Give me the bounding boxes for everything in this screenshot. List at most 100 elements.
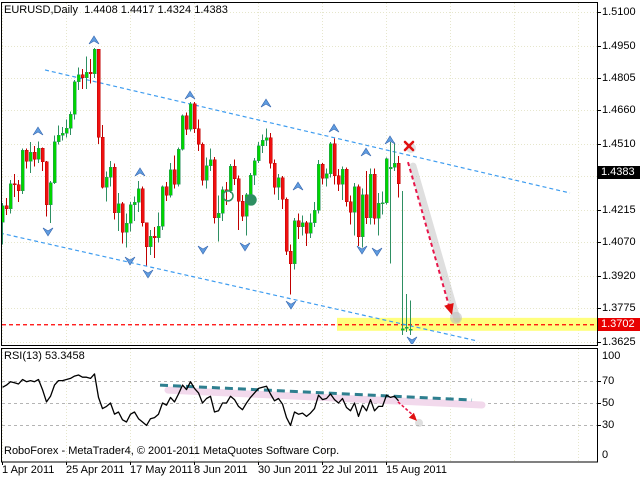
date-tick-label: 15 Aug 2011 [386, 464, 447, 476]
candle-body [125, 223, 128, 232]
price-tick-label: 1.4805 [602, 72, 636, 84]
candle-body [69, 114, 72, 128]
price-tick-label: 1.3775 [602, 302, 636, 314]
candle-body [357, 187, 360, 237]
main-pane-border [2, 3, 598, 346]
platform-copyright: RoboForex - MetaTrader4, © 2001-2011 Met… [4, 445, 339, 457]
candle-body [317, 164, 320, 210]
candle-body [193, 104, 196, 129]
candle-body [105, 177, 108, 187]
target-price-badge: 1.3702 [598, 318, 640, 331]
candle-body [169, 170, 172, 196]
date-tick-label: 22 Jul 2011 [322, 464, 378, 476]
candle-body [365, 195, 368, 218]
fractal-down-icon [407, 337, 417, 345]
fractal-down-icon [43, 228, 53, 236]
candle-body [353, 187, 356, 213]
candle-body [289, 251, 292, 263]
candle-body [165, 187, 168, 196]
main-pane[interactable] [0, 3, 597, 345]
candle-body [57, 135, 60, 142]
candle-body [145, 223, 148, 247]
fractal-down-icon [240, 243, 250, 251]
candle-body [173, 170, 176, 185]
candle-body [373, 174, 376, 218]
candle-body [309, 223, 312, 233]
candle-body [257, 146, 260, 161]
candle-body [65, 128, 68, 133]
candle-body [405, 327, 408, 328]
price-tick-label: 1.3625 [602, 336, 636, 348]
candle-body [189, 104, 192, 130]
candle-body [369, 174, 372, 218]
candle-body [49, 183, 52, 205]
price-tick-label: 1.4510 [602, 138, 636, 150]
candle-body [329, 144, 332, 174]
candle-body [81, 75, 84, 78]
fractal-up-icon [361, 148, 371, 156]
candle-body [229, 166, 232, 190]
outline-circle-marker[interactable] [223, 191, 233, 201]
rsi-tick-label: 70 [602, 375, 614, 387]
candle-body [137, 189, 140, 203]
candle-body [53, 142, 56, 183]
candle-body [97, 49, 100, 137]
candle-body [409, 329, 412, 330]
fractal-up-icon [329, 124, 339, 132]
candle-body [73, 82, 76, 115]
date-tick-label: 17 May 2011 [130, 464, 193, 476]
price-tick-label: 1.5100 [602, 6, 636, 18]
candle-body [157, 226, 160, 238]
fractal-up-icon [89, 36, 99, 44]
candle-body [361, 195, 364, 237]
chart-canvas[interactable] [0, 0, 640, 480]
candle-body [297, 221, 300, 227]
candle-body [277, 178, 280, 188]
candle-body [61, 133, 64, 135]
fractal-up-icon [185, 91, 195, 99]
candle-body [269, 138, 272, 163]
candle-body [37, 148, 40, 159]
candle-body [249, 175, 252, 194]
title-ohlc-values: 1.4408 1.4417 1.4324 1.4383 [84, 4, 228, 16]
price-tick-label: 1.4950 [602, 40, 636, 52]
candle-body [321, 164, 324, 178]
candle-body [141, 189, 144, 223]
candle-body [25, 150, 28, 161]
candle-body [281, 178, 284, 199]
mt4-chart-window: EURUSD,Daily 1.4408 1.4417 1.4324 1.4383… [0, 0, 640, 480]
current-price-badge: 1.4383 [598, 166, 640, 179]
filled-circle-marker[interactable] [246, 195, 256, 205]
price-tick-label: 1.4215 [602, 204, 636, 216]
candle-body [333, 144, 336, 176]
candle-body [213, 160, 216, 218]
candle-body [201, 144, 204, 180]
candle-body [13, 184, 16, 185]
price-tick-label: 1.4660 [602, 104, 636, 116]
candle-body [41, 148, 44, 161]
candle-body [385, 159, 388, 203]
rsi-indicator-label: RSI(13) 53.3458 [4, 350, 85, 362]
price-tick-label: 1.4070 [602, 236, 636, 248]
fractal-up-icon [135, 168, 145, 176]
candle-body [393, 163, 396, 167]
date-tick-label: 1 Apr 2011 [2, 464, 54, 476]
candle-body [237, 179, 240, 201]
candle-body [121, 204, 124, 233]
candle-body [29, 152, 32, 161]
candle-body [5, 206, 8, 209]
candle-body [345, 169, 348, 202]
candle-body [325, 174, 328, 178]
candle-body [153, 236, 156, 238]
candle-body [17, 185, 20, 191]
candle-body [389, 167, 392, 168]
candle-body [177, 149, 180, 184]
fractal-down-icon [372, 248, 382, 256]
candle-body [381, 203, 384, 204]
fractal-up-icon [293, 182, 303, 190]
candle-body [261, 140, 264, 145]
upper-channel-line[interactable] [45, 70, 570, 193]
forecast-arrow-line[interactable] [408, 162, 449, 306]
candle-body [33, 152, 36, 159]
candle-body [185, 116, 188, 130]
